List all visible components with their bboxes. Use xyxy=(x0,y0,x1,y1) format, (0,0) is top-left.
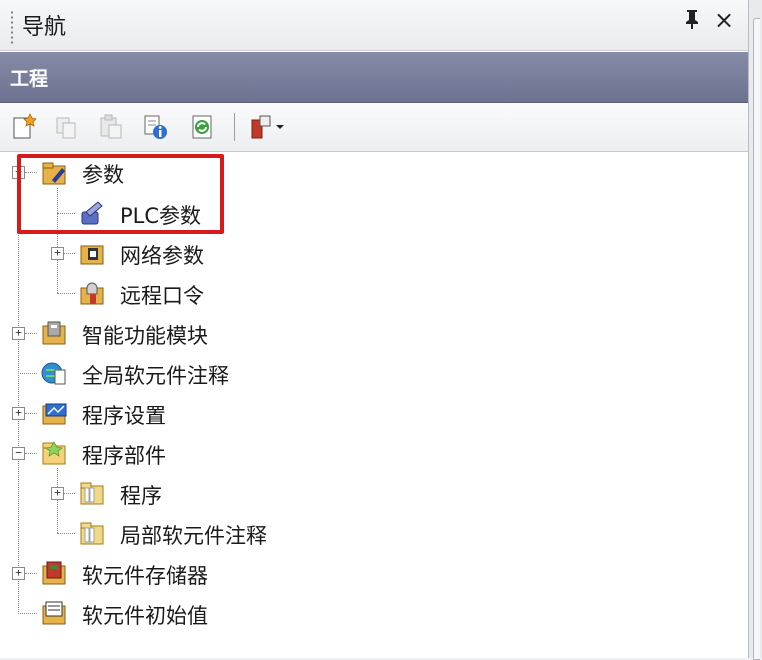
toolbar-separator xyxy=(234,113,235,141)
tree-item-program-parts[interactable]: 程序部件 xyxy=(82,440,166,470)
program-folder-icon xyxy=(78,478,108,508)
properties-icon[interactable] xyxy=(140,112,170,142)
tree-item-network-params[interactable]: 网络参数 xyxy=(120,240,204,270)
paste-icon[interactable] xyxy=(96,112,126,142)
device-initial-value-icon xyxy=(40,598,70,628)
program-settings-icon xyxy=(40,398,70,428)
global-comment-icon xyxy=(40,358,70,388)
panel-titlebar[interactable]: 导航 × xyxy=(0,0,748,51)
expand-toggle[interactable]: + xyxy=(12,327,25,340)
section-label: 工程 xyxy=(10,68,49,90)
expand-toggle[interactable]: + xyxy=(51,487,64,500)
tree-connector xyxy=(25,333,37,334)
tree-item-device-memory[interactable]: 软元件存储器 xyxy=(82,560,208,590)
pin-icon[interactable] xyxy=(683,8,701,35)
tree-item-intelligent-modules[interactable]: 智能功能模块 xyxy=(82,320,208,350)
tree-connector xyxy=(25,573,37,574)
program-parts-folder-icon xyxy=(40,438,70,468)
expand-toggle[interactable]: + xyxy=(12,567,25,580)
tree-connector xyxy=(18,373,37,374)
expand-toggle[interactable]: + xyxy=(51,247,64,260)
local-comment-folder-icon xyxy=(78,518,108,548)
tree-guide-line xyxy=(18,178,19,614)
tree-connector xyxy=(57,533,75,534)
drag-grip-icon[interactable] xyxy=(10,10,14,44)
tree-item-device-initial-value[interactable]: 软元件初始值 xyxy=(82,600,208,630)
tree-item-local-device-comment[interactable]: 局部软元件注释 xyxy=(120,520,267,550)
tree-connector xyxy=(64,493,75,494)
navigation-panel: 导航 × 工程 + 参数 PLC参数 + 网络参数 远程口令 + 智能功能模块 … xyxy=(0,0,749,658)
tree-item-program[interactable]: 程序 xyxy=(120,480,162,510)
intelligent-module-icon xyxy=(40,318,70,348)
tree-connector xyxy=(25,413,37,414)
refresh-icon[interactable] xyxy=(188,112,218,142)
tree-connector xyxy=(64,253,75,254)
network-parameter-icon xyxy=(78,238,108,268)
expand-toggle[interactable]: + xyxy=(12,407,25,420)
tool-dropdown-icon[interactable] xyxy=(246,112,290,142)
tree-guide-line xyxy=(57,468,58,533)
close-icon[interactable]: × xyxy=(714,6,734,34)
panel-title: 导航 xyxy=(22,15,67,40)
tree-item-program-settings[interactable]: 程序设置 xyxy=(82,400,166,430)
project-section-header[interactable]: 工程 xyxy=(0,52,748,103)
tree-item-remote-password[interactable]: 远程口令 xyxy=(120,280,204,310)
collapse-toggle[interactable]: − xyxy=(12,447,25,460)
copy-icon[interactable] xyxy=(52,112,82,142)
device-memory-icon xyxy=(40,558,70,588)
tree-connector xyxy=(57,293,75,294)
tree-connector xyxy=(25,453,37,454)
tree-connector xyxy=(18,613,37,614)
adjacent-window-edge xyxy=(749,0,762,660)
remote-password-icon xyxy=(78,278,108,308)
tree-item-global-device-comment[interactable]: 全局软元件注释 xyxy=(82,360,229,390)
annotation-highlight-box xyxy=(17,154,224,234)
new-item-icon[interactable] xyxy=(10,112,40,142)
project-toolbar xyxy=(0,103,748,152)
